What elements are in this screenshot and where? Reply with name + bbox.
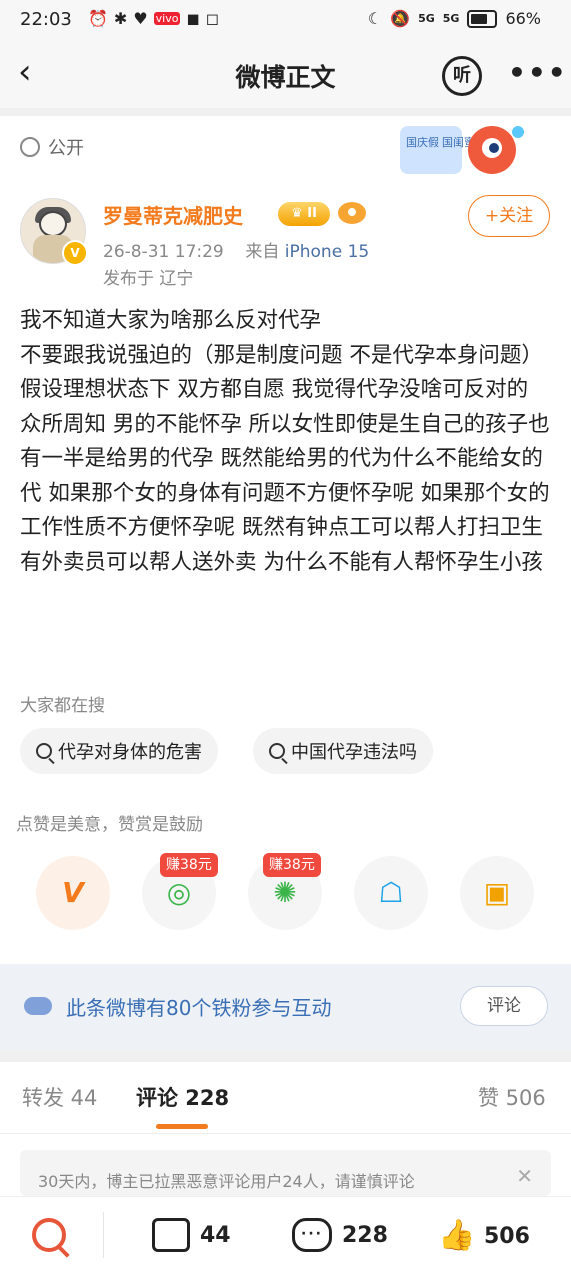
search-icon — [269, 743, 285, 759]
verified-icon: V — [62, 240, 88, 266]
post-content: 我不知道大家为啥那么反对代孕 不要跟我说强迫的（那是制度问题 不是代孕本身问题）… — [20, 304, 554, 580]
vivo-icon: vivo — [153, 12, 181, 25]
app-icon-2: ◻ — [205, 9, 220, 28]
reward-badge: 赚38元 — [160, 853, 218, 877]
post-paragraph: 我不知道大家为啥那么反对代孕 — [20, 308, 322, 333]
tab-like[interactable]: 赞 506 — [478, 1082, 546, 1112]
nav-bar: ‹ 微博正文 听 ••• — [0, 40, 571, 108]
shield-icon: ♥ — [133, 9, 148, 28]
username[interactable]: 罗曼蒂克减肥史 — [103, 200, 243, 229]
fan-badge-icon[interactable] — [338, 202, 366, 224]
battery-icon — [467, 9, 498, 28]
post-device[interactable]: iPhone 15 — [285, 242, 369, 262]
image-download-icon: ▣ — [483, 876, 511, 909]
privacy-indicator: 公开 — [20, 134, 84, 160]
status-bar: 22:03 ⏰ ✱ ♥ vivo ◼ ◻ ☾ 🔕 5G 5G 66% — [0, 0, 571, 40]
status-left-icons: ⏰ ✱ ♥ vivo ◼ ◻ — [88, 9, 219, 28]
battery-level: 66% — [505, 9, 541, 28]
tab-comment[interactable]: 评论 228 — [136, 1082, 229, 1112]
bluetooth-icon: ✱ — [113, 9, 128, 28]
privacy-label: 公开 — [48, 138, 84, 159]
listen-icon[interactable]: 听 — [442, 56, 482, 96]
search-chip[interactable]: 中国代孕违法吗 — [253, 728, 433, 774]
comment-count: 228 — [342, 1222, 388, 1248]
notice-text: 30天内，博主已拉黑恶意评论用户24人，请谨慎评论 — [38, 1172, 415, 1191]
tab-active-indicator — [156, 1124, 208, 1129]
post-from: 来自 — [245, 242, 280, 262]
iron-fans-icon — [24, 997, 52, 1015]
close-icon[interactable]: ✕ — [516, 1164, 533, 1188]
post-paragraph: 众所周知 男的不能怀孕 所以女性即使是生自己的孩子也有一半是给男的代孕 既然能给… — [20, 411, 550, 575]
reward-note: 点赞是美意，赞赏是鼓励 — [16, 815, 203, 835]
app-icon: ◼ — [186, 9, 200, 28]
comment-notice: 30天内，博主已拉黑恶意评论用户24人，请谨慎评论 ✕ — [20, 1150, 551, 1196]
promo-mascot-icon: 国庆假 国闺蜜众 — [400, 126, 524, 174]
post-location: 发布于 辽宁 — [103, 269, 194, 289]
like-count: 506 — [484, 1223, 530, 1249]
repost-count: 44 — [200, 1222, 231, 1248]
wechat-icon: ◎ — [166, 876, 192, 909]
search-chip-label: 代孕对身体的危害 — [58, 742, 202, 763]
thumbs-up-icon: 👍 — [438, 1218, 476, 1253]
more-icon[interactable]: ••• — [508, 56, 568, 89]
share-qq-button[interactable]: ☖ — [354, 856, 428, 930]
globe-icon — [20, 137, 40, 157]
post-paragraph: 不要跟我说强迫的（那是制度问题 不是代孕本身问题） — [20, 342, 543, 368]
promo-banner[interactable]: 国庆假 国闺蜜众 — [400, 118, 528, 184]
tab-repost[interactable]: 转发 44 — [22, 1082, 97, 1112]
status-time: 22:03 — [20, 9, 72, 30]
repost-icon — [152, 1218, 190, 1252]
mute-icon: 🔕 — [390, 9, 411, 28]
search-icon — [36, 743, 52, 759]
divider — [0, 108, 571, 116]
repost-button[interactable]: 44 — [152, 1218, 231, 1252]
post-paragraph: 假设理想状态下 双方都自愿 我觉得代孕没啥可反对的 — [20, 377, 529, 402]
follow-button[interactable]: +关注 — [468, 195, 550, 237]
signal-icon-2: 5G — [442, 12, 460, 25]
comment-button[interactable]: ··· 228 — [292, 1218, 388, 1252]
divider — [103, 1212, 104, 1258]
search-chip-label: 中国代孕违法吗 — [291, 742, 417, 763]
like-button[interactable]: 👍 506 — [438, 1218, 530, 1254]
reward-v-icon: V — [62, 876, 84, 909]
moments-icon: ✺ — [273, 876, 297, 909]
moon-icon: ☾ — [367, 9, 383, 28]
reward-v-button[interactable]: V — [36, 856, 110, 930]
comment-icon: ··· — [292, 1218, 332, 1252]
search-chip[interactable]: 代孕对身体的危害 — [20, 728, 218, 774]
reward-badge: 赚38元 — [263, 853, 321, 877]
save-image-button[interactable]: ▣ — [460, 856, 534, 930]
divider — [0, 1050, 571, 1062]
status-right-icons: ☾ 🔕 5G 5G 66% — [368, 9, 541, 28]
signal-icon: 5G — [418, 12, 435, 25]
search-suggest-title: 大家都在搜 — [20, 696, 105, 716]
alarm-icon: ⏰ — [88, 9, 108, 28]
iron-fans-text: 此条微博有80个铁粉参与互动 — [66, 996, 332, 1020]
divider — [0, 1133, 571, 1134]
level-badge[interactable]: ♛ II — [278, 202, 330, 226]
page-title: 微博正文 — [235, 63, 336, 92]
search-icon — [32, 1218, 66, 1252]
post-time: 26-8-31 17:29 — [103, 242, 224, 262]
post-meta: 26-8-31 17:29 来自 iPhone 15 — [103, 237, 369, 262]
super-search-button[interactable] — [32, 1218, 66, 1252]
iron-fans-comment-button[interactable]: 评论 — [460, 986, 548, 1026]
qq-icon: ☖ — [378, 876, 404, 909]
